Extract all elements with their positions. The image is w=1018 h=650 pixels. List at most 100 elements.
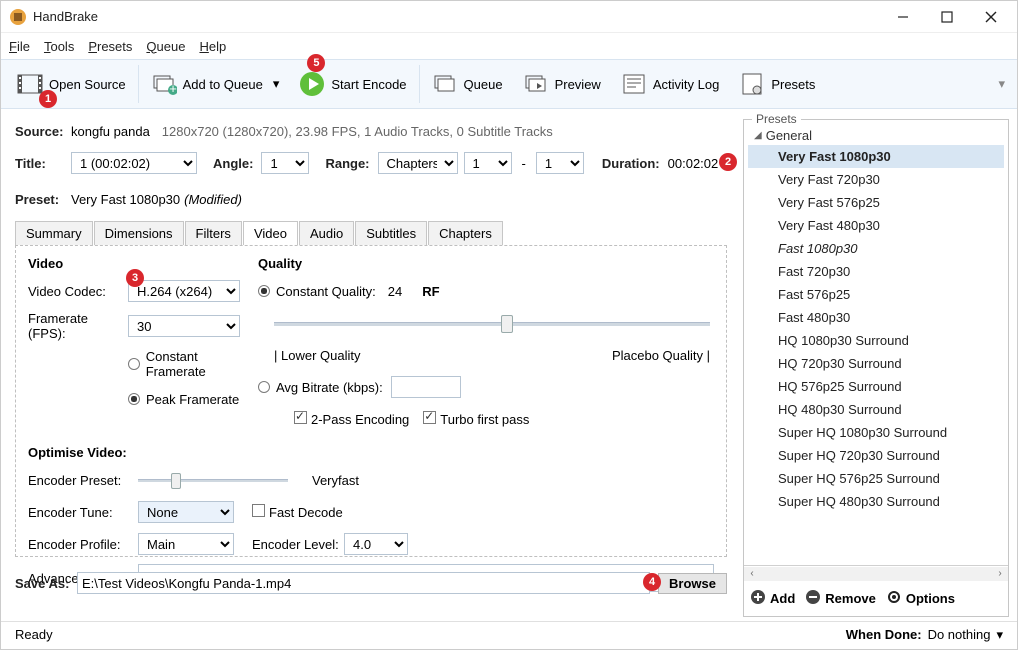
menu-file[interactable]: File xyxy=(9,39,30,54)
range-from-select[interactable]: 1 xyxy=(464,152,512,174)
angle-select[interactable]: 1 xyxy=(261,152,309,174)
preset-item[interactable]: Fast 576p25 xyxy=(748,283,1004,306)
menu-tools[interactable]: Tools xyxy=(44,39,74,54)
peak-framerate-radio[interactable] xyxy=(128,393,140,405)
constant-quality-radio[interactable] xyxy=(258,285,270,297)
when-done-label: When Done: xyxy=(846,627,922,642)
add-to-queue-button[interactable]: + Add to Queue ▾ xyxy=(141,60,290,108)
film-icon xyxy=(17,71,43,97)
preset-remove-button[interactable]: Remove xyxy=(805,589,876,608)
title-label: Title: xyxy=(15,156,71,171)
preset-item[interactable]: HQ 576p25 Surround xyxy=(748,375,1004,398)
preset-add-button[interactable]: Add xyxy=(750,589,795,608)
presets-button[interactable]: Presets xyxy=(729,60,825,108)
encoder-level-select[interactable]: 4.0 xyxy=(344,533,408,555)
play-icon xyxy=(299,71,325,97)
preset-item[interactable]: Super HQ 480p30 Surround xyxy=(748,490,1004,513)
chevron-down-icon[interactable]: ▾ xyxy=(273,76,280,92)
preset-item[interactable]: Fast 720p30 xyxy=(748,260,1004,283)
preset-item[interactable]: Fast 1080p30 xyxy=(748,237,1004,260)
activity-log-icon xyxy=(621,71,647,97)
chevron-down-icon[interactable]: ▾ xyxy=(996,627,1003,643)
preset-item[interactable]: HQ 480p30 Surround xyxy=(748,398,1004,421)
lower-quality-label: | Lower Quality xyxy=(274,348,360,363)
fast-decode-checkbox[interactable] xyxy=(252,504,265,517)
queue-icon xyxy=(432,71,458,97)
preset-item[interactable]: HQ 1080p30 Surround xyxy=(748,329,1004,352)
save-as-label: Save As: xyxy=(15,576,77,591)
encoder-profile-select[interactable]: Main xyxy=(138,533,234,555)
app-icon xyxy=(9,8,27,26)
avg-bitrate-radio[interactable] xyxy=(258,381,270,393)
add-icon xyxy=(750,589,766,608)
preset-item[interactable]: Fast 480p30 xyxy=(748,306,1004,329)
range-type-select[interactable]: Chapters xyxy=(378,152,458,174)
open-source-button[interactable]: Open Source 1 xyxy=(7,60,136,108)
preset-item[interactable]: Super HQ 720p30 Surround xyxy=(748,444,1004,467)
preset-item[interactable]: Very Fast 720p30 xyxy=(748,168,1004,191)
save-as-input[interactable] xyxy=(77,572,650,594)
minimize-button[interactable] xyxy=(881,2,925,32)
encoder-level-label: Encoder Level: xyxy=(252,537,344,552)
presets-horizontal-scrollbar[interactable]: ‹› xyxy=(744,565,1008,581)
preset-modified: (Modified) xyxy=(184,192,242,207)
tab-video[interactable]: Video xyxy=(243,221,298,245)
preset-item[interactable]: Super HQ 576p25 Surround xyxy=(748,467,1004,490)
two-pass-checkbox[interactable] xyxy=(294,411,307,424)
turbo-label: Turbo first pass xyxy=(440,412,529,427)
preset-item[interactable]: Very Fast 1080p30 xyxy=(748,145,1004,168)
preset-item[interactable]: Very Fast 480p30 xyxy=(748,214,1004,237)
tab-audio[interactable]: Audio xyxy=(299,221,354,245)
preset-item[interactable]: HQ 720p30 Surround xyxy=(748,352,1004,375)
main-panel: Source: kongfu panda 1280x720 (1280x720)… xyxy=(1,109,741,621)
preset-group-general[interactable]: ◢ General xyxy=(748,126,1004,145)
turbo-checkbox[interactable] xyxy=(423,411,436,424)
constant-framerate-radio[interactable] xyxy=(128,358,140,370)
status-bar: Ready When Done: Do nothing ▾ xyxy=(1,621,1017,647)
tab-chapters[interactable]: Chapters xyxy=(428,221,503,245)
video-codec-select[interactable]: H.264 (x264) xyxy=(128,280,240,302)
queue-button[interactable]: Queue xyxy=(422,60,513,108)
encoder-preset-slider[interactable] xyxy=(138,479,288,482)
menu-help[interactable]: Help xyxy=(199,39,226,54)
preset-item[interactable]: Super HQ 1080p30 Surround xyxy=(748,421,1004,444)
constant-quality-value: 24 xyxy=(388,284,402,299)
quality-slider[interactable] xyxy=(274,322,710,326)
framerate-select[interactable]: 30 xyxy=(128,315,240,337)
preview-button[interactable]: Preview xyxy=(513,60,611,108)
marker-4: 4 xyxy=(643,573,661,591)
when-done-value[interactable]: Do nothing xyxy=(928,627,991,642)
toolbar-overflow-icon[interactable]: ▾ xyxy=(992,76,1011,92)
start-encode-button[interactable]: Start Encode 5 xyxy=(289,60,416,108)
preset-remove-label: Remove xyxy=(825,591,876,606)
two-pass-label: 2-Pass Encoding xyxy=(311,412,409,427)
browse-button[interactable]: Browse xyxy=(658,573,727,594)
tab-dimensions[interactable]: Dimensions xyxy=(94,221,184,245)
avg-bitrate-input[interactable] xyxy=(391,376,461,398)
title-select[interactable]: 1 (00:02:02) xyxy=(71,152,197,174)
start-encode-label: Start Encode xyxy=(331,77,406,92)
duration-value: 00:02:02 xyxy=(668,156,719,171)
angle-label: Angle: xyxy=(213,156,253,171)
presets-scroll[interactable]: ◢ General Very Fast 1080p30Very Fast 720… xyxy=(744,120,1008,565)
maximize-button[interactable] xyxy=(925,2,969,32)
tab-subtitles[interactable]: Subtitles xyxy=(355,221,427,245)
close-button[interactable] xyxy=(969,2,1013,32)
tab-summary[interactable]: Summary xyxy=(15,221,93,245)
menu-bar: File Tools Presets Queue Help xyxy=(1,33,1017,59)
constant-quality-label: Constant Quality: xyxy=(276,284,376,299)
preset-options-button[interactable]: Options xyxy=(886,589,955,608)
preset-item[interactable]: Very Fast 576p25 xyxy=(748,191,1004,214)
activity-log-button[interactable]: Activity Log xyxy=(611,60,729,108)
range-to-select[interactable]: 1 xyxy=(536,152,584,174)
activity-log-label: Activity Log xyxy=(653,77,719,92)
menu-queue[interactable]: Queue xyxy=(146,39,185,54)
encoder-tune-select[interactable]: None xyxy=(138,501,234,523)
marker-3: 3 xyxy=(126,269,144,287)
presets-label: Presets xyxy=(771,77,815,92)
tab-filters[interactable]: Filters xyxy=(185,221,242,245)
encoder-profile-label: Encoder Profile: xyxy=(28,537,138,552)
fast-decode-label: Fast Decode xyxy=(269,505,343,520)
menu-presets[interactable]: Presets xyxy=(88,39,132,54)
preset-value: Very Fast 1080p30 xyxy=(71,192,180,207)
